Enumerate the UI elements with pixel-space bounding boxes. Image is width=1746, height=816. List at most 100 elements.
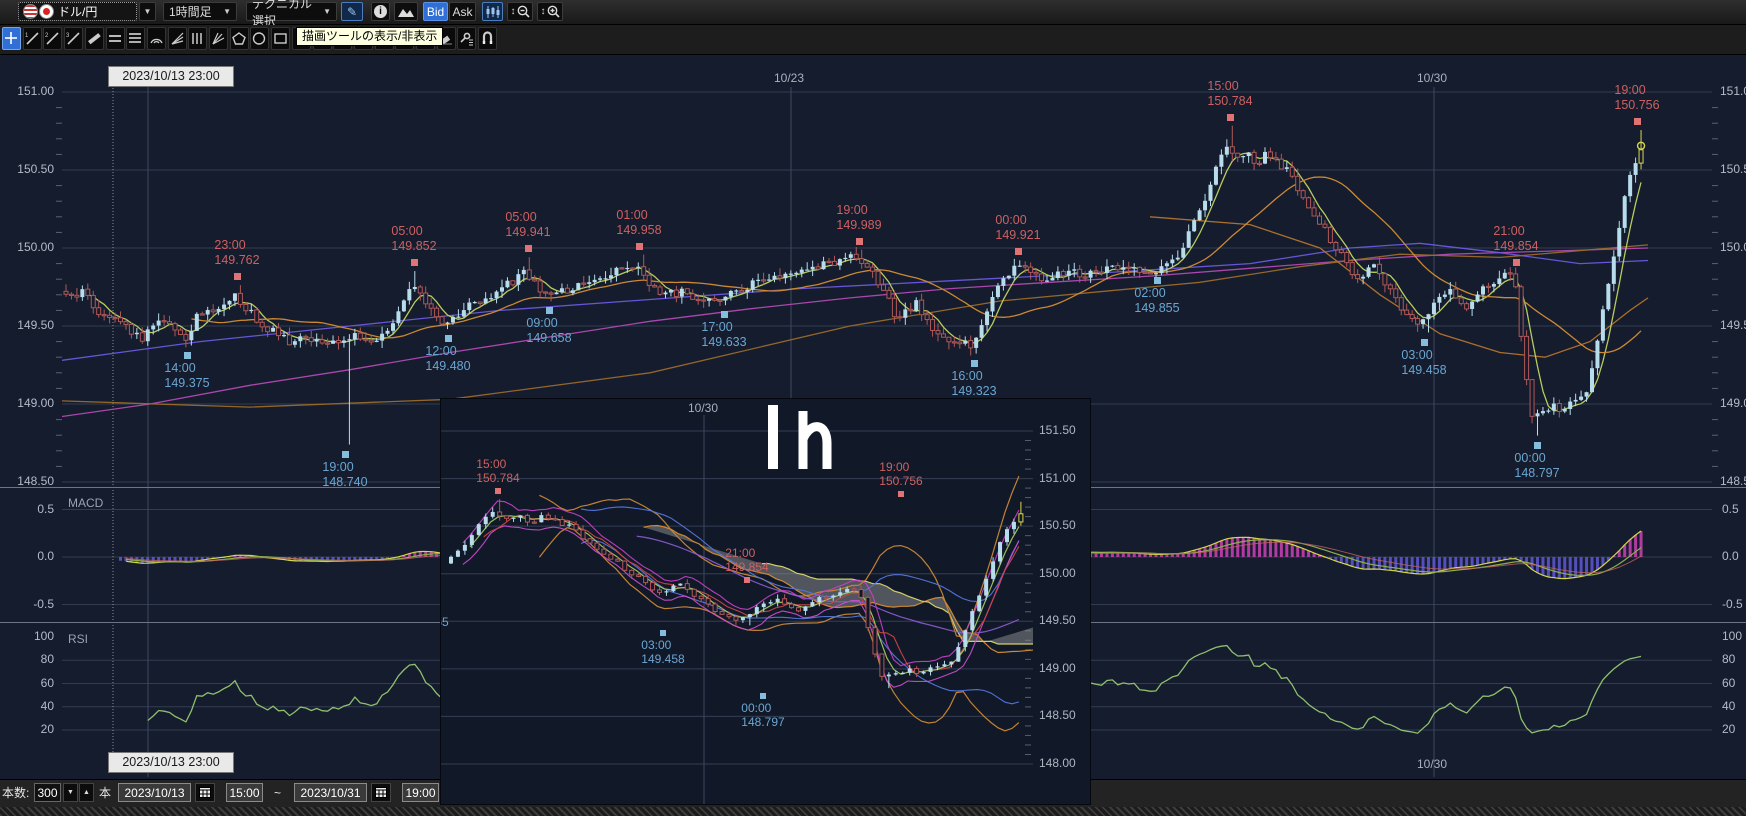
crosshair-icon	[4, 31, 19, 46]
macd-panel-label: MACD	[68, 496, 103, 510]
currency-pair-selector[interactable]: ドル/円	[18, 2, 137, 21]
bar-count-input[interactable]: 300	[34, 783, 61, 802]
swing-price: 149.852	[391, 239, 436, 254]
swing-time: 03:00	[1401, 348, 1446, 363]
macd-axis-label-right: 0.5	[1722, 502, 1739, 516]
popup-price-axis-label: 151.00	[1039, 471, 1076, 485]
rectangle-icon	[273, 31, 288, 46]
count-decrease-button[interactable]: ▼	[63, 783, 78, 802]
chevron-down-icon: ▼	[144, 7, 152, 16]
date-to-input[interactable]: 2023/10/31	[294, 783, 367, 802]
swing-marker	[1154, 277, 1161, 284]
swing-price: 149.989	[836, 218, 881, 233]
tool-trendline-2-button[interactable]: 2	[43, 27, 62, 50]
time-to-input[interactable]: 19:00	[402, 783, 439, 802]
popup-price-axis-label: 148.00	[1039, 756, 1076, 770]
tool-vlines-button[interactable]	[188, 27, 207, 50]
price-axis-label-left: 150.00	[2, 240, 54, 254]
updown-arrow-icon: ↕	[541, 6, 546, 17]
rsi-axis-label-right: 20	[1722, 722, 1735, 736]
calendar-to-button[interactable]	[371, 783, 391, 802]
price-axis-label-right: 150.50	[1720, 162, 1746, 176]
tool-trendline-1-button[interactable]: 1	[23, 27, 42, 50]
draw-tools-toggle-button[interactable]: ✎	[341, 2, 363, 21]
swing-annotation: 05:00149.852	[391, 224, 436, 254]
swing-price: 149.323	[951, 384, 996, 399]
tool-magnet-button[interactable]	[478, 27, 497, 50]
tool-rectangle-button[interactable]	[271, 27, 290, 50]
circle-icon	[252, 31, 267, 46]
zoom-in-button[interactable]: ↕	[537, 2, 563, 21]
tool-hline-double-button[interactable]	[106, 27, 125, 50]
mountain-icon	[398, 7, 414, 17]
zoom-in-icon	[547, 5, 560, 18]
date-from-input[interactable]: 2023/10/13	[118, 783, 191, 802]
tool-hline-triple-button[interactable]	[126, 27, 145, 50]
macd-axis-label-right: 0.0	[1722, 549, 1739, 563]
fib-fan-icon	[170, 31, 185, 46]
tool-fib-arc-button[interactable]	[147, 27, 166, 50]
tool-ruler-button[interactable]	[85, 27, 104, 50]
swing-price: 150.784	[1207, 94, 1252, 109]
tool-crosshair-button[interactable]	[2, 27, 21, 50]
detail-chart-popup[interactable]: 10/30 151.50151.00150.50150.00149.50149.…	[440, 398, 1091, 805]
swing-marker	[636, 243, 643, 250]
swing-price: 149.762	[214, 253, 259, 268]
swing-annotation: 15:00150.784	[1207, 79, 1252, 109]
swing-marker	[971, 360, 978, 367]
magnet-icon	[480, 31, 495, 46]
swing-marker	[1634, 118, 1641, 125]
tool-settings-wrench-button[interactable]	[457, 27, 476, 50]
count-increase-button[interactable]: ▲	[79, 783, 94, 802]
swing-marker	[1513, 259, 1520, 266]
zoom-out-icon	[517, 5, 530, 18]
tool-circle-button[interactable]	[250, 27, 269, 50]
us-flag-icon	[23, 4, 38, 19]
swing-annotation: 19:00148.740	[322, 460, 367, 490]
tool-trendline-3-button[interactable]: 3	[64, 27, 83, 50]
technical-select-dropdown[interactable]: テクニカル選択▼	[246, 2, 337, 21]
trendline-2-icon: 2	[45, 31, 60, 46]
bid-button[interactable]: Bid	[423, 2, 448, 21]
swing-marker	[721, 311, 728, 318]
pair-dropdown-button[interactable]: ▼	[139, 2, 156, 21]
currency-pair-label: ドル/円	[58, 3, 97, 20]
rsi-axis-label-left: 20	[2, 722, 54, 736]
swing-time: 19:00	[1614, 83, 1659, 98]
tool-pentagon-button[interactable]	[230, 27, 249, 50]
trendline-3-icon: 3	[66, 31, 81, 46]
swing-time: 23:00	[214, 238, 259, 253]
swing-annotation: 14:00149.375	[164, 361, 209, 391]
pentagon-icon	[232, 31, 247, 46]
price-axis-label-right: 150.00	[1720, 240, 1746, 254]
timeframe-label: 1時間足	[169, 3, 212, 20]
settings-wrench-icon	[459, 31, 474, 46]
pencil-icon: ✎	[347, 5, 357, 19]
popup-price-axis-label: 150.50	[1039, 518, 1076, 532]
swing-time: 16:00	[951, 369, 996, 384]
price-axis-label-right: 149.00	[1720, 396, 1746, 410]
swing-price: 149.658	[526, 331, 571, 346]
calendar-from-button[interactable]	[195, 783, 215, 802]
price-axis-label-right: 149.50	[1720, 318, 1746, 332]
info-button[interactable]: i	[371, 2, 390, 21]
time-from-input[interactable]: 15:00	[226, 783, 263, 802]
timeframe-dropdown[interactable]: 1時間足▼	[163, 2, 237, 21]
candlestick-mode-button[interactable]	[482, 2, 503, 21]
rsi-date-axis-label: 10/30	[1417, 757, 1447, 771]
tool-fib-fan-button[interactable]	[168, 27, 187, 50]
svg-text:1: 1	[25, 33, 29, 39]
swing-annotation: 23:00149.762	[214, 238, 259, 268]
tool-pitchfork-button[interactable]	[209, 27, 228, 50]
crosshair-datetime-label-top: 2023/10/13 23:00	[108, 66, 234, 87]
swing-price: 149.921	[995, 228, 1040, 243]
ask-button[interactable]: Ask	[449, 2, 476, 21]
swing-annotation: 12:00149.480	[425, 344, 470, 374]
price-axis-label-left: 149.50	[2, 318, 54, 332]
swing-price: 149.633	[701, 335, 746, 350]
zoom-out-button[interactable]: ↕	[507, 2, 533, 21]
popup-price-axis-label: 148.50	[1039, 708, 1076, 722]
hline-triple-icon	[128, 31, 143, 46]
date-axis-label: 10/23	[774, 71, 804, 85]
area-chart-button[interactable]	[394, 2, 418, 21]
